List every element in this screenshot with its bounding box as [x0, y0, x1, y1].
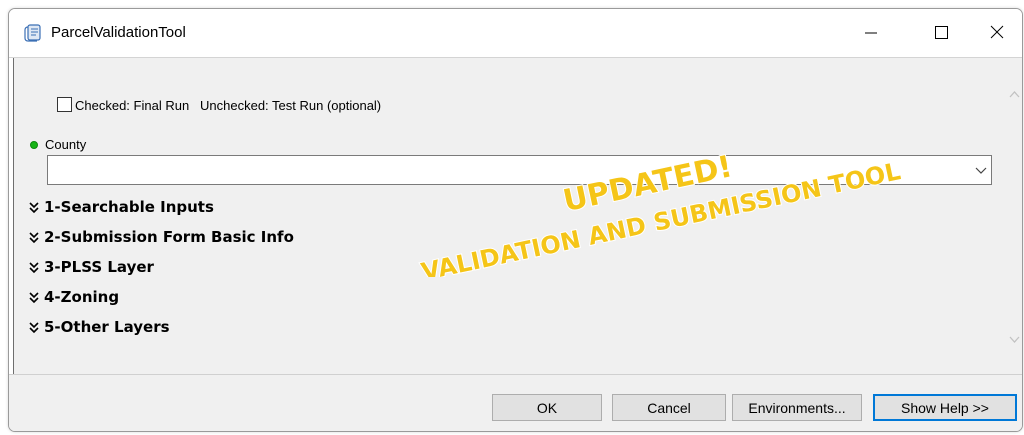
minimize-icon[interactable]: [851, 17, 891, 49]
dialog-button-bar: OK Cancel Environments... Show Help >>: [9, 374, 1022, 431]
scroll-up-icon[interactable]: [1007, 84, 1022, 104]
title-bar[interactable]: ParcelValidationTool: [9, 9, 1022, 57]
final-run-checkbox[interactable]: [57, 97, 72, 112]
section-label: 5-Other Layers: [44, 318, 170, 336]
script-scroll-icon: [24, 24, 41, 42]
parameters-pane: Checked: Final Run Unchecked: Test Run (…: [13, 58, 1008, 374]
section-label: 1-Searchable Inputs: [44, 198, 214, 216]
county-dropdown[interactable]: [47, 155, 992, 185]
ok-button[interactable]: OK: [492, 394, 602, 421]
section-label: 3-PLSS Layer: [44, 258, 154, 276]
section-label: 4-Zoning: [44, 288, 120, 306]
scroll-down-icon[interactable]: [1007, 330, 1022, 350]
section-label: 2-Submission Form Basic Info: [44, 228, 294, 246]
window-title: ParcelValidationTool: [51, 24, 186, 41]
double-chevron-down-icon: [29, 202, 39, 214]
double-chevron-down-icon: [29, 292, 39, 304]
double-chevron-down-icon: [29, 322, 39, 334]
double-chevron-down-icon: [29, 262, 39, 274]
cancel-button[interactable]: Cancel: [612, 394, 726, 421]
county-label: County: [45, 137, 87, 152]
chevron-down-icon: [975, 167, 987, 174]
show-help-button[interactable]: Show Help >>: [873, 394, 1017, 421]
final-run-label: Checked: Final Run Unchecked: Test Run (…: [75, 98, 382, 113]
vertical-scrollbar[interactable]: [1007, 58, 1022, 374]
close-icon[interactable]: [977, 17, 1017, 49]
maximize-icon[interactable]: [921, 17, 961, 49]
required-indicator-icon: [30, 141, 38, 149]
tool-dialog: ParcelValidationTool Checked: Final Run …: [8, 8, 1023, 432]
double-chevron-down-icon: [29, 232, 39, 244]
environments-button[interactable]: Environments...: [732, 394, 862, 421]
